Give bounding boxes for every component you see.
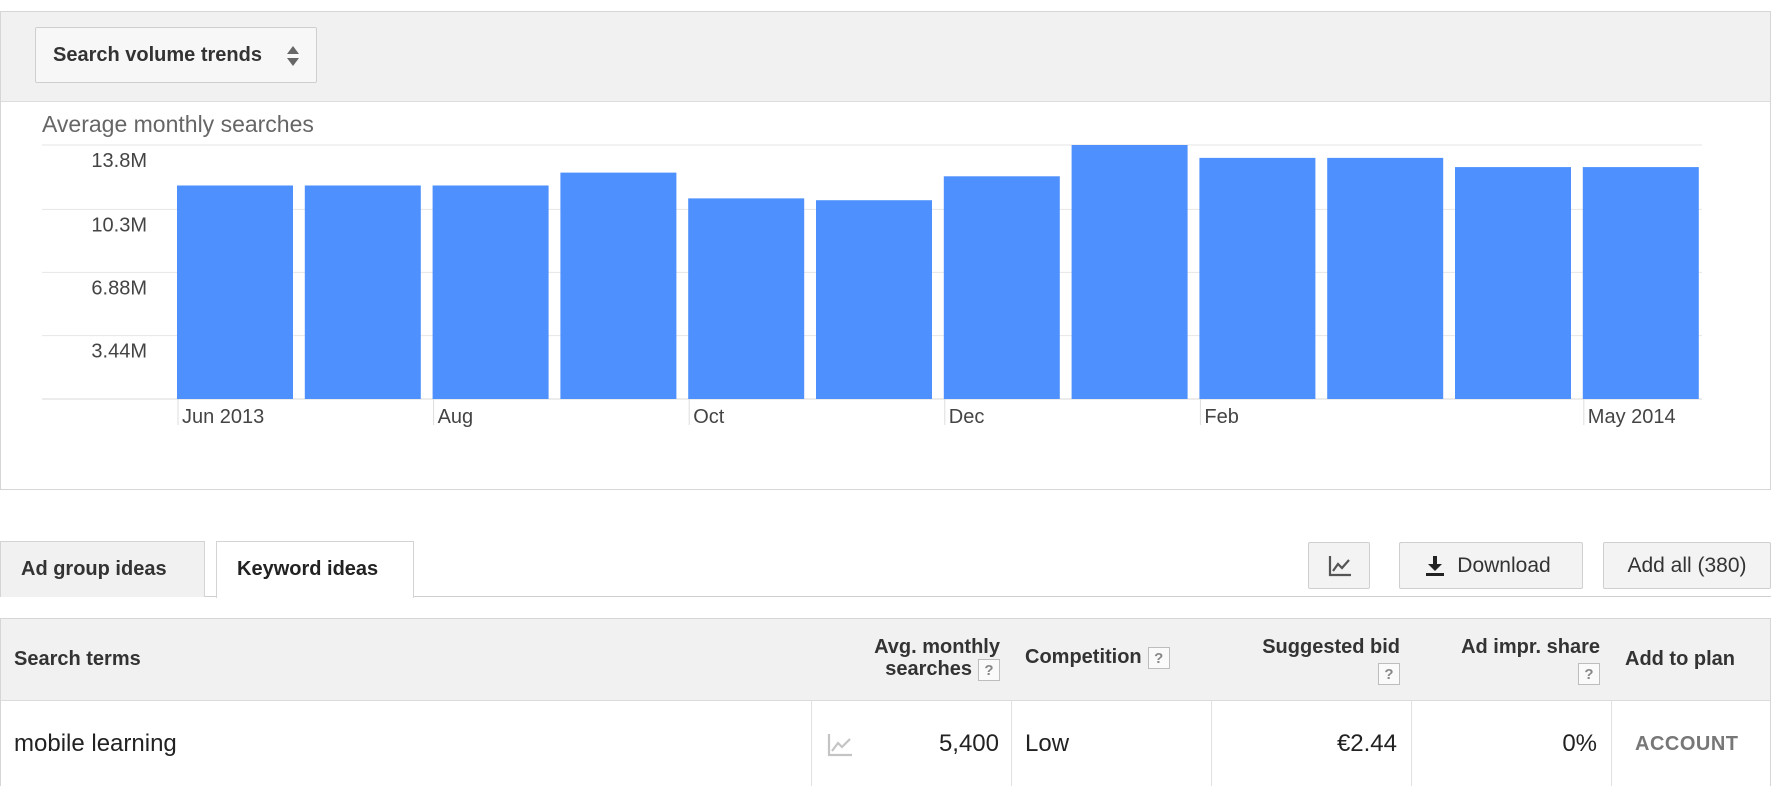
sort-arrows-icon xyxy=(286,46,299,66)
cell-avg-monthly-searches: 5,400 xyxy=(938,730,999,757)
x-tick-label: Jun 2013 xyxy=(182,406,264,428)
y-tick-label: 10.3M xyxy=(91,214,147,236)
table-row[interactable]: mobile learning 5,400 Low €2.44 0% ACCOU… xyxy=(1,701,1770,786)
search-volume-chart-svg: Average monthly searches 3.44M 6.88M 10.3M… xyxy=(42,111,1702,428)
header-competition[interactable]: Competition? xyxy=(1025,645,1170,669)
x-tick-label: May 2014 xyxy=(1588,406,1676,428)
cell-ad-impr-share: 0% xyxy=(1562,730,1597,757)
chart-bar[interactable] xyxy=(943,176,1060,399)
chart-bar[interactable] xyxy=(304,185,421,399)
chart-bar[interactable] xyxy=(1582,167,1699,399)
help-icon[interactable]: ? xyxy=(978,658,1000,681)
header-competition-label: Competition xyxy=(1025,646,1142,668)
search-volume-trends-panel: Search volume trends Average monthly sea… xyxy=(0,11,1771,490)
x-tick-label: Aug xyxy=(438,406,474,428)
chart-title: Average monthly searches xyxy=(42,111,314,137)
header-search-terms[interactable]: Search terms xyxy=(14,647,141,671)
line-chart-icon[interactable] xyxy=(827,733,853,757)
chart-bar[interactable] xyxy=(1455,167,1571,399)
y-tick-label: 13.8M xyxy=(91,150,147,172)
search-volume-chart: Average monthly searches 3.44M 6.88M 10.3M… xyxy=(1,102,1770,489)
help-icon[interactable]: ? xyxy=(1378,662,1400,685)
header-avg-monthly-searches[interactable]: Avg. monthly searches? xyxy=(820,635,1000,681)
trend-type-select[interactable]: Search volume trends xyxy=(35,27,317,83)
help-icon[interactable]: ? xyxy=(1578,662,1600,685)
keyword-ideas-table: Search terms Avg. monthly searches? Comp… xyxy=(0,618,1771,786)
tab-keyword-ideas[interactable]: Keyword ideas xyxy=(216,541,414,598)
header-ad-impr-share[interactable]: Ad impr. share ? xyxy=(1400,635,1600,685)
y-tick-label: 3.44M xyxy=(91,341,147,363)
x-tick-label: Feb xyxy=(1204,406,1238,428)
chart-bar[interactable] xyxy=(1199,157,1316,399)
tab-ad-group-ideas[interactable]: Ad group ideas xyxy=(0,541,205,597)
download-icon xyxy=(1426,556,1444,576)
trend-panel-header: Search volume trends xyxy=(1,12,1770,102)
y-tick-label: 6.88M xyxy=(91,277,147,299)
header-avg-monthly-line1: Avg. monthly xyxy=(874,636,1000,658)
cell-competition: Low xyxy=(1025,730,1070,757)
chart-bar[interactable] xyxy=(560,172,677,399)
line-chart-icon xyxy=(1328,556,1351,577)
chart-bar[interactable] xyxy=(432,185,549,399)
toggle-chart-button[interactable] xyxy=(1308,542,1370,589)
help-icon[interactable]: ? xyxy=(1147,646,1170,669)
chart-bar[interactable] xyxy=(816,200,932,399)
x-tick-label: Dec xyxy=(949,406,985,428)
chart-bar[interactable] xyxy=(1071,145,1188,399)
header-ad-impr-share-label: Ad impr. share xyxy=(1461,636,1600,658)
add-all-button[interactable]: Add all (380) xyxy=(1603,542,1771,589)
trend-type-select-label: Search volume trends xyxy=(53,44,262,66)
header-suggested-bid-label: Suggested bid xyxy=(1262,636,1400,658)
add-to-plan-account-button[interactable]: ACCOUNT xyxy=(1635,701,1739,786)
x-tick-label: Oct xyxy=(693,406,725,428)
header-add-to-plan: Add to plan xyxy=(1625,648,1735,670)
chart-bar[interactable] xyxy=(688,198,805,399)
download-button-label: Download xyxy=(1457,554,1551,577)
header-suggested-bid[interactable]: Suggested bid ? xyxy=(1200,635,1400,685)
keyword-planner-page: Search volume trends Average monthly sea… xyxy=(0,0,1782,786)
table-header: Search terms Avg. monthly searches? Comp… xyxy=(1,619,1770,701)
download-button[interactable]: Download xyxy=(1399,542,1583,589)
chart-bar[interactable] xyxy=(1327,157,1444,399)
header-avg-monthly-line2: searches xyxy=(885,658,972,680)
cell-suggested-bid: €2.44 xyxy=(1336,730,1397,757)
chart-bar[interactable] xyxy=(177,185,293,399)
cell-search-term: mobile learning xyxy=(14,730,177,757)
